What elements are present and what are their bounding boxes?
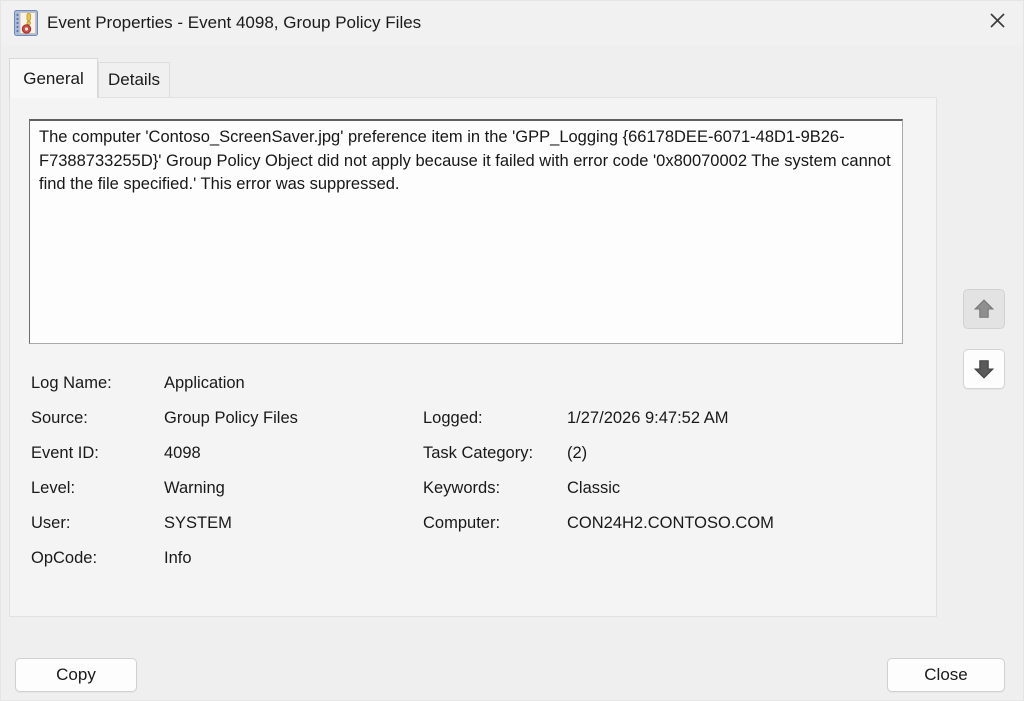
event-log-icon [14,10,38,36]
field-value-computer: CON24H2.CONTOSO.COM [567,514,774,533]
field-value-source: Group Policy Files [164,409,298,428]
previous-event-button[interactable] [963,289,1005,329]
field-label-log-name: Log Name: [31,374,112,393]
window-title: Event Properties - Event 4098, Group Pol… [47,13,421,33]
field-label-level: Level: [31,479,75,498]
field-label-user: User: [31,514,70,533]
field-label-computer: Computer: [423,514,500,533]
next-event-button[interactable] [963,349,1005,389]
arrow-up-icon [973,298,995,320]
field-label-keywords: Keywords: [423,479,500,498]
copy-button[interactable]: Copy [15,658,137,692]
field-value-event-id: 4098 [164,444,201,463]
field-value-keywords: Classic [567,479,620,498]
event-properties-dialog: Event Properties - Event 4098, Group Pol… [0,0,1024,701]
tab-general[interactable]: General [9,58,98,98]
field-label-source: Source: [31,409,88,428]
field-value-task-category: (2) [567,444,587,463]
field-value-log-name: Application [164,374,245,393]
field-label-event-id: Event ID: [31,444,99,463]
tab-details[interactable]: Details [98,62,170,97]
field-value-user: SYSTEM [164,514,232,533]
field-label-opcode: OpCode: [31,549,97,568]
field-value-opcode: Info [164,549,192,568]
close-icon[interactable] [977,3,1017,37]
arrow-down-icon [973,358,995,380]
title-bar: Event Properties - Event 4098, Group Pol… [1,1,1024,45]
event-message-box[interactable]: The computer 'Contoso_ScreenSaver.jpg' p… [29,119,903,344]
field-label-task-category: Task Category: [423,444,533,463]
field-value-logged: 1/27/2026 9:47:52 AM [567,409,728,428]
field-label-logged: Logged: [423,409,483,428]
field-value-level: Warning [164,479,225,498]
close-button[interactable]: Close [887,658,1005,692]
